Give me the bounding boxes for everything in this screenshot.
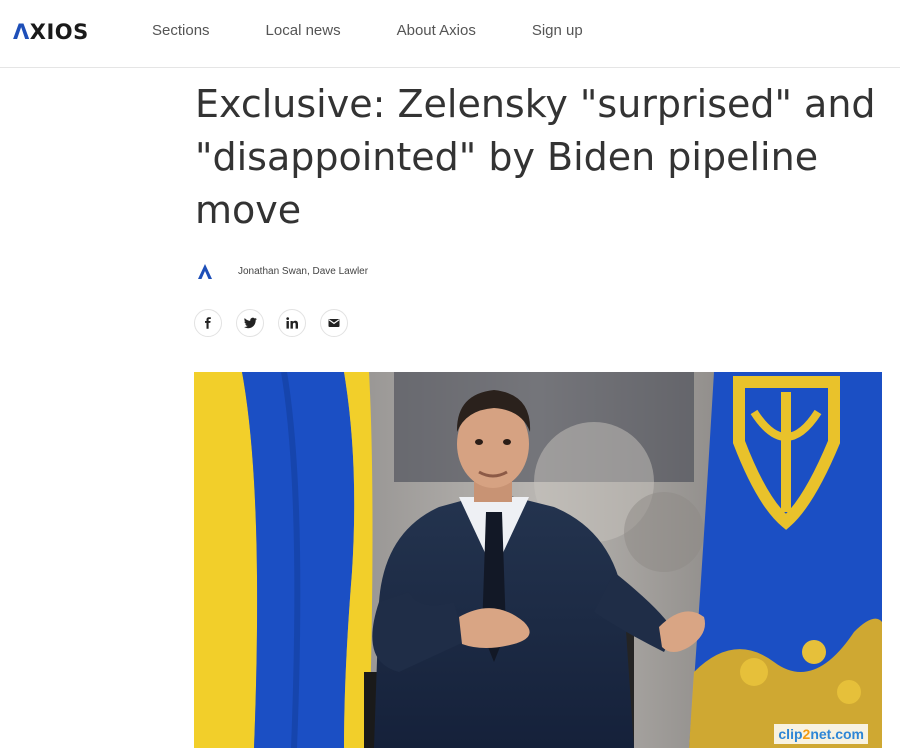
axios-byline-icon: [196, 259, 226, 283]
share-twitter-button[interactable]: [236, 309, 264, 337]
linkedin-icon: [285, 317, 298, 329]
share-linkedin-button[interactable]: [278, 309, 306, 337]
share-facebook-button[interactable]: [194, 309, 222, 337]
axios-logo[interactable]: ΛXIOS: [13, 20, 89, 44]
main-nav: Sections Local news About Axios Sign up: [152, 22, 639, 39]
email-icon: [328, 319, 340, 327]
twitter-icon: [243, 317, 257, 329]
facebook-icon: [205, 317, 211, 329]
nav-sections[interactable]: Sections: [152, 22, 210, 39]
site-header: ΛXIOS Sections Local news About Axios Si…: [0, 0, 900, 68]
clip2net-watermark: clip 2 net.com: [774, 724, 868, 744]
logo-wordmark: ΛXIOS: [13, 20, 89, 44]
nav-local-news[interactable]: Local news: [266, 22, 341, 39]
share-email-button[interactable]: [320, 309, 348, 337]
nav-sign-up[interactable]: Sign up: [532, 22, 583, 39]
share-buttons: [194, 309, 362, 337]
hero-image: clip 2 net.com: [194, 372, 882, 748]
nav-about-axios[interactable]: About Axios: [397, 22, 476, 39]
byline: Jonathan Swan, Dave Lawler: [196, 259, 368, 283]
article-headline: Exclusive: Zelensky "surprised" and "dis…: [195, 82, 876, 232]
byline-authors[interactable]: Jonathan Swan, Dave Lawler: [238, 266, 368, 277]
